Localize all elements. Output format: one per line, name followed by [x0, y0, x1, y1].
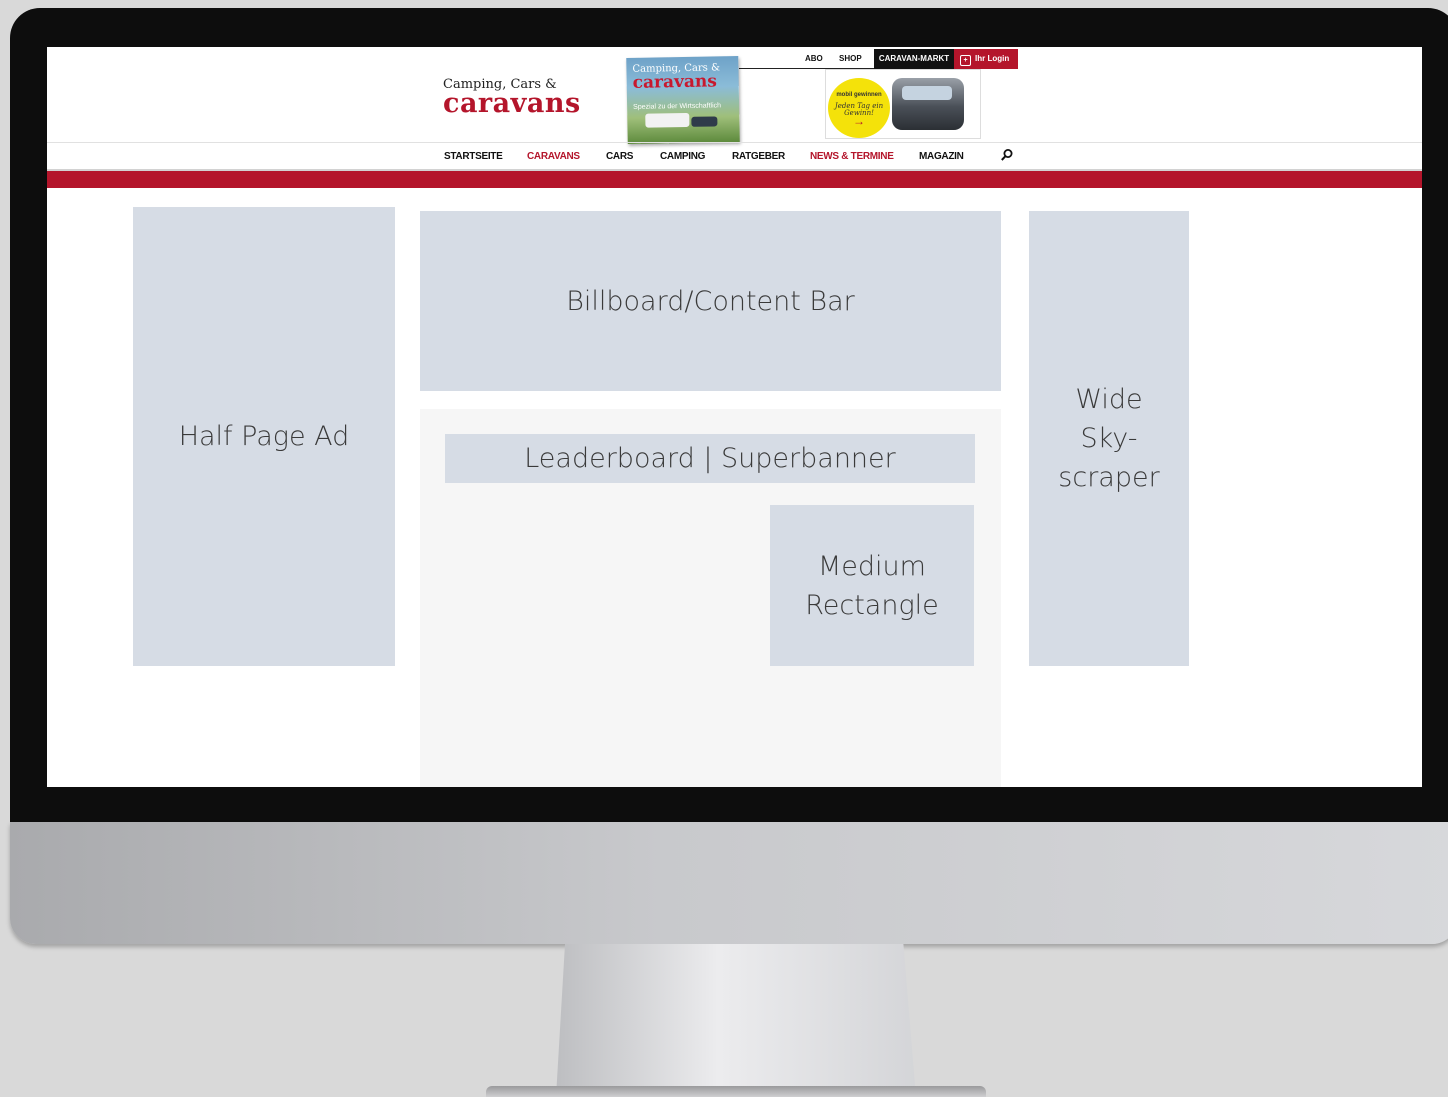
promo-line1: mobil gewinnen — [836, 92, 882, 98]
nav-item-camping[interactable]: CAMPING — [660, 151, 705, 162]
topnav-login-button[interactable]: + Ihr Login — [954, 49, 1018, 69]
login-icon: + — [960, 55, 971, 66]
arrow-right-icon: → — [853, 114, 865, 128]
cover-car-shape — [691, 116, 718, 127]
nav-item-startseite[interactable]: STARTSEITE — [444, 151, 503, 162]
wide-skyscraper-ad-label: Wide Sky- scraper — [1058, 384, 1160, 493]
topnav-shop-link[interactable]: SHOP — [839, 49, 862, 69]
monitor-stand-base — [486, 1086, 986, 1097]
monitor-chin — [10, 822, 1448, 944]
site-logo[interactable]: Camping, Cars & caravans — [443, 77, 583, 119]
wide-skyscraper-ad-slot[interactable]: Wide Sky- scraper — [1029, 211, 1189, 666]
nav-item-cars[interactable]: CARS — [606, 151, 633, 162]
nav-item-caravans[interactable]: CARAVANS — [527, 151, 580, 162]
nav-item-magazin[interactable]: MAGAZIN — [919, 151, 964, 162]
search-icon[interactable] — [1000, 148, 1014, 162]
medium-rectangle-ad-label: Medium Rectangle — [805, 550, 939, 621]
medium-rectangle-ad-slot[interactable]: Medium Rectangle — [770, 505, 974, 666]
leaderboard-ad-slot[interactable]: Leaderboard | Superbanner — [445, 434, 975, 483]
cover-caravan-shape — [645, 112, 690, 128]
cover-title-main: caravans — [632, 71, 718, 93]
monitor-stand — [556, 944, 916, 1097]
cover-subline: Spezial zu der Wirtschaftlich — [633, 102, 722, 111]
cooler-box-image — [892, 78, 964, 130]
half-page-ad-label: Half Page Ad — [178, 421, 350, 452]
logo-text-main: caravans — [443, 88, 581, 119]
header-red-band — [47, 169, 1422, 188]
nav-item-news-termine[interactable]: NEWS & TERMINE — [810, 151, 894, 162]
login-label: Ihr Login — [975, 54, 1010, 63]
topnav-abo-link[interactable]: ABO — [805, 49, 823, 69]
billboard-ad-label: Billboard/Content Bar — [566, 285, 855, 317]
header-divider — [47, 142, 1422, 143]
screen: Camping, Cars & caravans Camping, Cars &… — [47, 47, 1422, 787]
half-page-ad-slot[interactable]: Half Page Ad — [133, 207, 395, 666]
magazine-cover-image[interactable]: Camping, Cars & caravans Spezial zu der … — [626, 56, 740, 144]
leaderboard-ad-label: Leaderboard | Superbanner — [524, 443, 896, 474]
topnav-caravan-markt-link[interactable]: CARAVAN-MARKT — [874, 49, 954, 69]
header-promo-ad[interactable]: mobil gewinnen Jeden Tag ein Gewinn! → — [825, 69, 981, 139]
billboard-ad-slot[interactable]: Billboard/Content Bar — [420, 211, 1001, 391]
nav-item-ratgeber[interactable]: RATGEBER — [732, 151, 785, 162]
promo-badge: mobil gewinnen Jeden Tag ein Gewinn! → — [828, 78, 890, 138]
cooler-lid — [902, 86, 952, 100]
